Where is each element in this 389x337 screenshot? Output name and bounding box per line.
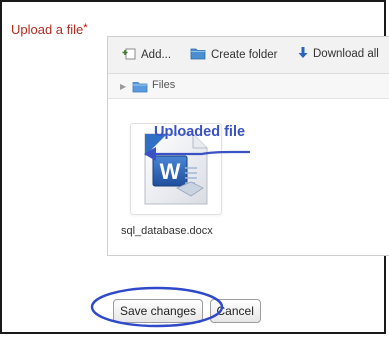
folder-plus-icon: [190, 47, 206, 63]
add-file-label: Add...: [141, 49, 172, 61]
upload-label-text: Upload a file: [11, 22, 84, 37]
expand-arrow-icon[interactable]: ▶: [120, 82, 126, 91]
upload-form-panel: Upload a file* Add... Create folder Down…: [0, 0, 389, 334]
download-all-label: Download all: [313, 48, 379, 60]
add-file-icon: [122, 47, 136, 63]
svg-text:W: W: [160, 159, 181, 184]
download-arrow-icon: [298, 47, 308, 62]
add-file-button[interactable]: Add...: [122, 47, 171, 63]
required-marker: *: [83, 22, 88, 34]
highlight-ellipse: [90, 286, 224, 328]
arrow-pointer-icon: [144, 147, 250, 161]
folder-icon: [132, 80, 148, 98]
upload-field-label: Upload a file*: [11, 22, 88, 37]
file-name[interactable]: sql_database.docx: [121, 225, 213, 237]
breadcrumb-files[interactable]: Files: [152, 79, 175, 91]
breadcrumb: ▶ Files: [108, 74, 389, 99]
download-all-button[interactable]: Download all: [298, 47, 379, 62]
create-folder-label: Create folder: [211, 49, 278, 61]
uploaded-file-annotation: Uploaded file: [154, 124, 246, 140]
file-picker-toolbar: Add... Create folder Download all: [108, 37, 389, 74]
create-folder-button[interactable]: Create folder: [190, 47, 277, 63]
